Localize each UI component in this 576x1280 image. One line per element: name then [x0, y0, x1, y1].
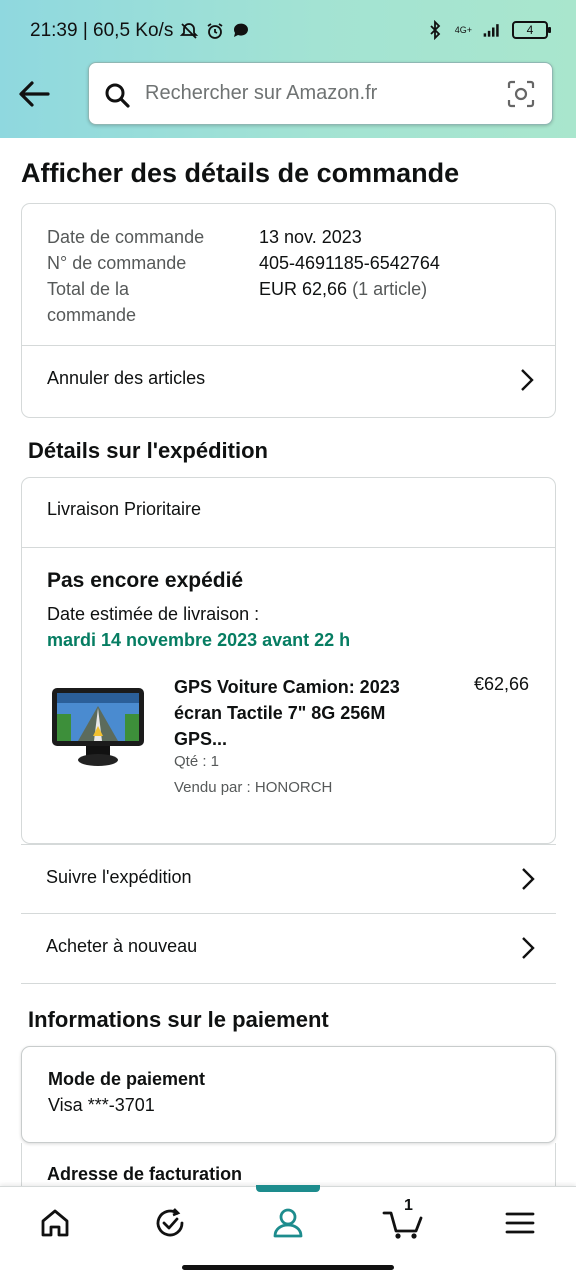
- nav-orders[interactable]: [140, 1203, 200, 1243]
- cancel-items-row[interactable]: Annuler des articles: [22, 346, 555, 418]
- order-date-row: Date de commande: [47, 224, 204, 250]
- back-arrow-icon[interactable]: [14, 76, 54, 112]
- battery-icon: 4: [512, 21, 551, 39]
- order-total-items: (1 article): [352, 279, 428, 299]
- home-indicator: [182, 1265, 394, 1270]
- bluetooth-icon: [430, 20, 441, 40]
- nav-menu[interactable]: [490, 1203, 550, 1243]
- shipping-section-title: Détails sur l'expédition: [28, 438, 268, 463]
- account-icon: [273, 1208, 303, 1238]
- payment-method-label: Mode de paiement: [48, 1069, 206, 1089]
- shipment-status: Pas encore expédié: [47, 569, 244, 592]
- home-icon: [41, 1209, 69, 1237]
- order-total-label-2: commande: [47, 305, 137, 325]
- bottom-navigation: 1: [0, 1185, 576, 1280]
- billing-address-label: Adresse de facturation: [47, 1164, 243, 1184]
- nav-cart[interactable]: 1: [374, 1197, 434, 1243]
- product-image[interactable]: [48, 684, 148, 768]
- cart-count: 1: [404, 1197, 413, 1214]
- product-title[interactable]: GPS Voiture Camion: 2023 écran Tactile 7…: [174, 674, 424, 752]
- product-seller: Vendu par : HONORCH: [174, 779, 333, 796]
- chevron-right-icon: [522, 937, 535, 959]
- search-placeholder: Rechercher sur Amazon.fr: [145, 82, 378, 104]
- page-title: Afficher des détails de commande: [21, 158, 460, 188]
- camera-search-icon[interactable]: [506, 79, 536, 109]
- delivery-estimate-date: mardi 14 novembre 2023 avant 22 h: [47, 630, 351, 650]
- network-type: 4G+: [454, 24, 472, 35]
- order-total-value-group: EUR 62,66 (1 article): [259, 276, 427, 302]
- order-total-label-1: Total de la: [47, 279, 130, 299]
- alarm-icon: [207, 23, 223, 39]
- app-header: 21:39 | 60,5 Ko/s 4G+ 4 Rechercher sur A…: [0, 0, 576, 138]
- menu-icon: [505, 1212, 535, 1234]
- track-shipment-link: Suivre l'expédition: [46, 867, 192, 887]
- shipping-method: Livraison Prioritaire: [47, 499, 202, 519]
- track-shipment-row[interactable]: Suivre l'expédition: [21, 844, 556, 914]
- nav-home[interactable]: [25, 1203, 85, 1243]
- battery-level: 4: [526, 23, 534, 37]
- payment-method-value: Visa ***-3701: [48, 1095, 155, 1115]
- search-bar[interactable]: Rechercher sur Amazon.fr: [88, 62, 553, 125]
- divider: [22, 547, 555, 548]
- chevron-right-icon: [522, 868, 535, 890]
- cancel-items-link: Annuler des articles: [47, 368, 206, 388]
- nav-account[interactable]: [258, 1203, 318, 1243]
- chevron-right-icon: [521, 369, 534, 391]
- order-total-row: Total de la commande: [47, 276, 136, 328]
- delivery-estimate-label: Date estimée de livraison :: [47, 604, 260, 624]
- payment-method-card: Mode de paiement Visa ***-3701: [21, 1046, 556, 1143]
- shipment-card: Livraison Prioritaire Pas encore expédié…: [21, 477, 556, 844]
- payment-section-title: Informations sur le paiement: [28, 1007, 329, 1032]
- order-number-row: N° de commande: [47, 250, 186, 276]
- notifications-muted-icon: [180, 23, 199, 39]
- chat-icon: [234, 23, 249, 37]
- buy-again-row[interactable]: Acheter à nouveau: [21, 914, 556, 984]
- order-date-value: 13 nov. 2023: [259, 227, 362, 247]
- active-tab-indicator: [256, 1185, 320, 1192]
- buy-again-link: Acheter à nouveau: [46, 936, 198, 956]
- status-time-speed: 21:39 | 60,5 Ko/s: [30, 20, 174, 41]
- product-price: €62,66: [473, 674, 529, 694]
- order-number-value: 405-4691185-6542764: [259, 253, 440, 273]
- order-date-label: Date de commande: [47, 227, 205, 247]
- search-icon: [105, 83, 130, 108]
- signal-icon: [483, 24, 499, 37]
- order-summary-card: Date de commande 13 nov. 2023 N° de comm…: [21, 203, 556, 418]
- order-total-value: EUR 62,66: [259, 279, 348, 299]
- orders-icon: [156, 1208, 184, 1237]
- order-number-label: N° de commande: [47, 253, 187, 273]
- status-bar: 21:39 | 60,5 Ko/s 4G+ 4: [0, 0, 576, 62]
- product-quantity: Qté : 1: [174, 753, 220, 770]
